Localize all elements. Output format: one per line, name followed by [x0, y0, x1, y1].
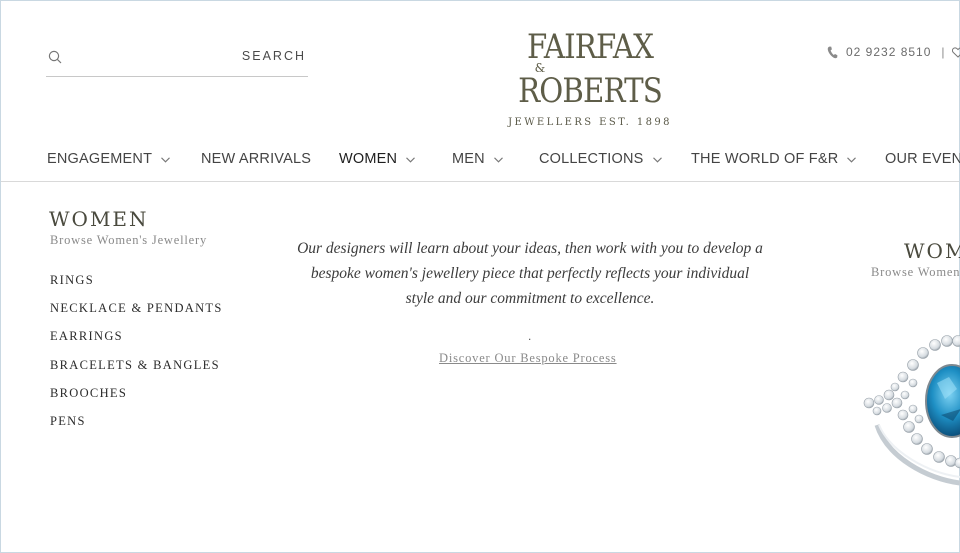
chevron-down-icon [406, 157, 416, 163]
nav-item-world-of-fr[interactable]: THE WORLD OF F&R [691, 151, 857, 167]
featured-heading: WOM [904, 239, 960, 263]
nav-label-women: WOMEN [339, 151, 398, 167]
logo-tagline: JEWELLERS EST. 1898 [508, 117, 672, 128]
main-nav: ENGAGEMENT NEW ARRIVALS WOMEN MEN COLLEC… [1, 141, 960, 182]
featured-ring-image[interactable] [857, 307, 960, 493]
nav-item-men[interactable]: MEN [452, 151, 503, 167]
category-item-earrings[interactable]: EARRINGS [50, 329, 223, 357]
featured-subheading[interactable]: Browse Women [871, 265, 960, 280]
category-item-pens[interactable]: PENS [50, 414, 223, 442]
search-label[interactable]: SEARCH [242, 49, 306, 63]
site-logo[interactable]: FAIRFAX & ROBERTS JEWELLERS EST. 1898 [506, 27, 674, 133]
site-header: SEARCH FAIRFAX & ROBERTS JEWELLERS EST. … [1, 1, 960, 141]
discover-bespoke-link[interactable]: Discover Our Bespoke Process [439, 351, 617, 366]
bespoke-description: Our designers will learn about your idea… [297, 240, 763, 307]
nav-label-engagement: ENGAGEMENT [47, 151, 153, 167]
description-dot: . [528, 329, 532, 343]
nav-item-collections[interactable]: COLLECTIONS [539, 151, 662, 167]
chevron-down-icon [493, 157, 503, 163]
nav-item-women[interactable]: WOMEN [339, 151, 416, 167]
menu-subheading[interactable]: Browse Women's Jewellery [50, 233, 207, 248]
chevron-down-icon [161, 157, 171, 163]
category-item-necklace-pendants[interactable]: NECKLACE & PENDANTS [50, 301, 223, 329]
nav-item-engagement[interactable]: ENGAGEMENT [47, 151, 171, 167]
category-item-rings[interactable]: RINGS [50, 273, 223, 301]
chevron-down-icon [847, 157, 857, 163]
nav-label-world-of-fr: THE WORLD OF F&R [691, 151, 839, 167]
nav-label-men: MEN [452, 151, 485, 167]
nav-item-our-events[interactable]: OUR EVENT [885, 151, 960, 167]
nav-label-new-arrivals: NEW ARRIVALS [201, 151, 312, 167]
phone-number[interactable]: 02 9232 8510 [846, 45, 931, 59]
chevron-down-icon [652, 157, 662, 163]
header-contact: 02 9232 8510 | [827, 44, 960, 60]
nav-item-new-arrivals[interactable]: NEW ARRIVALS [201, 151, 311, 167]
search-bar[interactable]: SEARCH [46, 41, 308, 77]
category-item-brooches[interactable]: BROOCHES [50, 386, 223, 414]
search-icon[interactable] [48, 50, 62, 64]
contact-separator: | [941, 45, 946, 59]
phone-icon [827, 46, 838, 58]
menu-heading: WOMEN [49, 207, 149, 231]
category-list: RINGS NECKLACE & PENDANTS EARRINGS BRACE… [50, 273, 223, 442]
nav-label-collections: COLLECTIONS [539, 151, 644, 167]
heart-icon[interactable] [951, 46, 960, 58]
category-item-bracelets-bangles[interactable]: BRACELETS & BANGLES [50, 358, 223, 386]
logo-line-roberts: ROBERTS [518, 71, 663, 111]
nav-label-our-events: OUR EVENT [885, 151, 960, 167]
